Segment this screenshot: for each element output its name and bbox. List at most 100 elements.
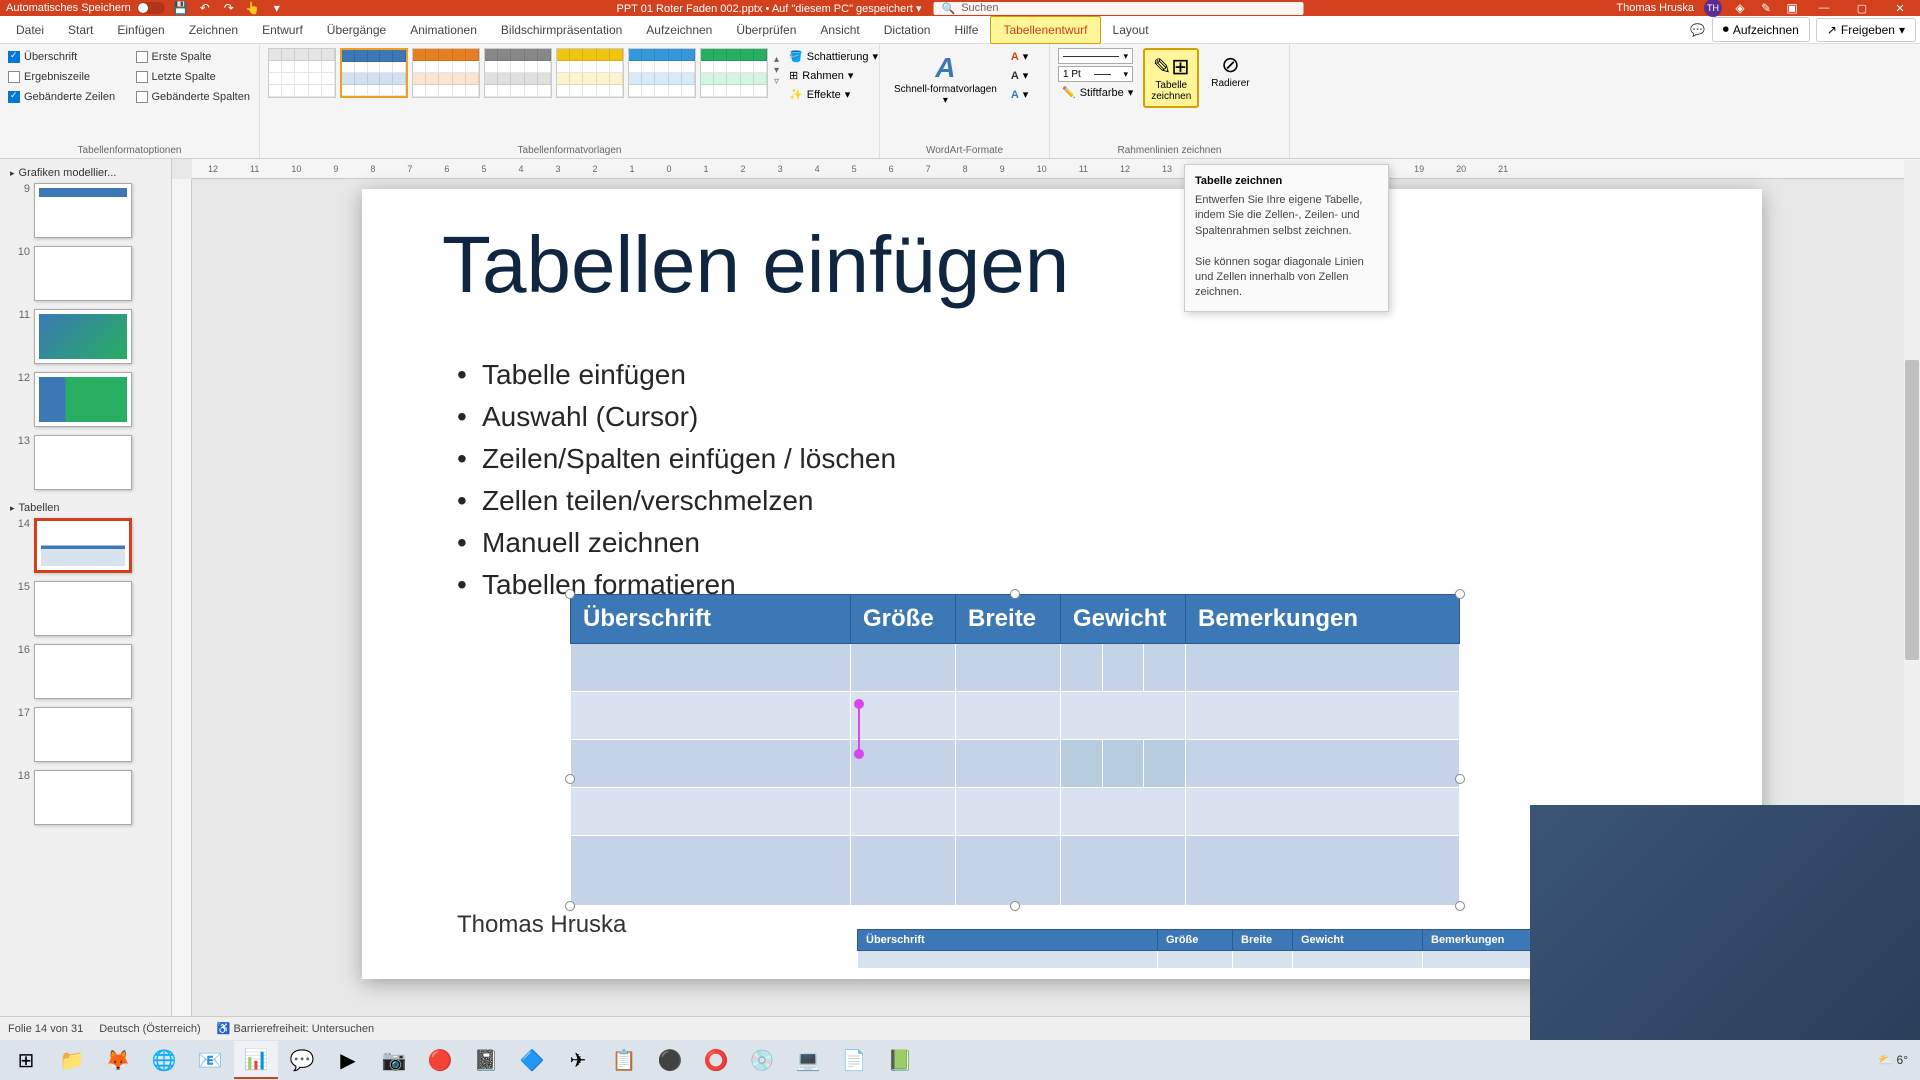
ribbon: Überschrift Erste Spalte Ergebniszeile L… [0,44,1920,159]
app-icon[interactable]: 🔷 [510,1041,554,1079]
effects-button[interactable]: ✨ Effekte ▾ [785,86,882,103]
firefox-icon[interactable]: 🦊 [96,1041,140,1079]
vertical-ruler [172,179,192,1049]
text-fill-button[interactable]: A ▾ [1007,48,1032,65]
shading-button[interactable]: 🪣 Schattierung ▾ [785,48,882,65]
slide-thumb-12[interactable] [34,372,132,427]
app-icon[interactable]: 📋 [602,1041,646,1079]
comments-icon[interactable]: 💬 [1690,23,1706,37]
slide-thumb-13[interactable] [34,435,132,490]
tab-bildschirm[interactable]: Bildschirmpräsentation [489,16,634,44]
onenote-icon[interactable]: 📓 [464,1041,508,1079]
maximize-button[interactable]: ▢ [1848,0,1876,16]
touch-mode-icon[interactable]: 👆 [245,1,261,15]
undo-icon[interactable]: ↶ [197,1,213,15]
group-label: Tabellenformatvorlagen [268,143,871,156]
line-weight-select[interactable]: 1 Pt▾ [1058,66,1133,82]
powerpoint-icon[interactable]: 📊 [234,1041,278,1079]
draw-table-button[interactable]: ✎⊞ Tabelle zeichnen [1143,48,1199,108]
sync-icon[interactable]: ◈ [1732,1,1748,15]
telegram-icon[interactable]: ✈ [556,1041,600,1079]
tab-tabellenentwurf[interactable]: Tabellenentwurf [990,16,1100,44]
slide-thumb-10[interactable] [34,246,132,301]
check-letzte-spalte[interactable]: Letzte Spalte [136,68,252,86]
outlook-icon[interactable]: 📧 [188,1041,232,1079]
close-button[interactable]: ✕ [1886,0,1914,16]
record-button[interactable]: ⏺ Aufzeichnen [1712,17,1810,42]
tab-layout[interactable]: Layout [1101,16,1161,44]
slide-bullets[interactable]: Tabelle einfügen Auswahl (Cursor) Zeilen… [442,354,896,606]
save-icon[interactable]: 💾 [173,1,189,15]
app-icon[interactable]: 🔴 [418,1041,462,1079]
section-header[interactable]: Grafiken modellier... [4,163,167,183]
check-erste-spalte[interactable]: Erste Spalte [136,48,252,66]
quick-styles-button[interactable]: A Schnell-formatvorlagen ▾ [888,48,1003,110]
app-icon[interactable]: 💬 [280,1041,324,1079]
webcam-overlay [1530,805,1920,1040]
app-icon[interactable]: ⭕ [694,1041,738,1079]
app-icon[interactable]: 💿 [740,1041,784,1079]
slide-thumb-17[interactable] [34,707,132,762]
section-header[interactable]: Tabellen [4,498,167,518]
excel-icon[interactable]: 📗 [878,1041,922,1079]
obs-icon[interactable]: ⚫ [648,1041,692,1079]
weather-icon[interactable]: ⛅ 6° [1878,1053,1908,1067]
tab-datei[interactable]: Datei [4,16,56,44]
pen-color-button[interactable]: ✏️ Stiftfarbe ▾ [1058,84,1137,101]
tab-uebergaenge[interactable]: Übergänge [315,16,398,44]
tab-start[interactable]: Start [56,16,105,44]
accessibility-check[interactable]: ♿ Barrierefreiheit: Untersuchen [217,1022,374,1035]
tab-ansicht[interactable]: Ansicht [808,16,871,44]
tab-aufzeichnen[interactable]: Aufzeichnen [634,16,724,44]
vlc-icon[interactable]: ▶ [326,1041,370,1079]
borders-button[interactable]: ⊞ Rahmen ▾ [785,67,882,84]
app-icon[interactable]: 📷 [372,1041,416,1079]
eraser-button[interactable]: ⊘ Radierer [1205,48,1255,93]
tab-dictation[interactable]: Dictation [872,16,943,44]
slide-thumb-16[interactable] [34,644,132,699]
table-styles-gallery[interactable] [268,48,768,98]
column-resize-handle[interactable] [858,704,860,754]
slide-thumb-15[interactable] [34,581,132,636]
app-icon[interactable]: 💻 [786,1041,830,1079]
line-style-select[interactable]: ▾ [1058,48,1133,64]
app-icon[interactable]: 📄 [832,1041,876,1079]
check-gebaenderte-spalten[interactable]: Gebänderte Spalten [136,88,252,106]
tab-entwurf[interactable]: Entwurf [250,16,315,44]
group-label: WordArt-Formate [888,143,1041,156]
check-gebaenderte-zeilen[interactable]: Gebänderte Zeilen [8,88,124,106]
start-button[interactable]: ⊞ [4,1041,48,1079]
check-ueberschrift[interactable]: Überschrift [8,48,124,66]
tab-zeichnen[interactable]: Zeichnen [177,16,250,44]
tab-animationen[interactable]: Animationen [398,16,489,44]
slide-thumb-11[interactable] [34,309,132,364]
chrome-icon[interactable]: 🌐 [142,1041,186,1079]
search-input[interactable]: 🔍 Suchen [934,2,1304,15]
slide-thumb-9[interactable] [34,183,132,238]
minimize-button[interactable]: — [1810,0,1838,16]
user-avatar[interactable]: TH [1704,0,1722,17]
redo-icon[interactable]: ↷ [221,1,237,15]
share-button[interactable]: ↗ Freigeben ▾ [1816,18,1916,42]
table-object[interactable]: Überschrift Größe Breite Gewicht Bemerku… [570,594,1460,906]
more-icon[interactable]: ▾ [269,1,285,15]
tab-ueberpruefen[interactable]: Überprüfen [724,16,808,44]
language-indicator[interactable]: Deutsch (Österreich) [99,1023,200,1035]
text-outline-button[interactable]: A ▾ [1007,67,1032,84]
slide-thumbnail-panel[interactable]: Grafiken modellier... 9 10 11 12 13 Tabe… [0,159,172,1049]
ribbon-tabs: Datei Start Einfügen Zeichnen Entwurf Üb… [0,16,1920,44]
explorer-icon[interactable]: 📁 [50,1041,94,1079]
group-label: Rahmenlinien zeichnen [1058,143,1281,156]
slide-title[interactable]: Tabellen einfügen [442,219,1069,311]
autosave-toggle[interactable]: Automatisches Speichern [6,2,165,14]
gallery-more[interactable]: ▴▾▿ [774,48,779,87]
edit-icon[interactable]: ✎ [1758,1,1774,15]
tab-einfuegen[interactable]: Einfügen [105,16,176,44]
slide-thumb-18[interactable] [34,770,132,825]
tooltip-draw-table: Tabelle zeichnen Entwerfen Sie Ihre eige… [1184,164,1389,312]
tab-hilfe[interactable]: Hilfe [942,16,990,44]
check-ergebniszeile[interactable]: Ergebniszeile [8,68,124,86]
slide-thumb-14[interactable] [34,518,132,573]
text-effects-button[interactable]: A ▾ [1007,86,1032,103]
window-icon[interactable]: ▣ [1784,1,1800,15]
